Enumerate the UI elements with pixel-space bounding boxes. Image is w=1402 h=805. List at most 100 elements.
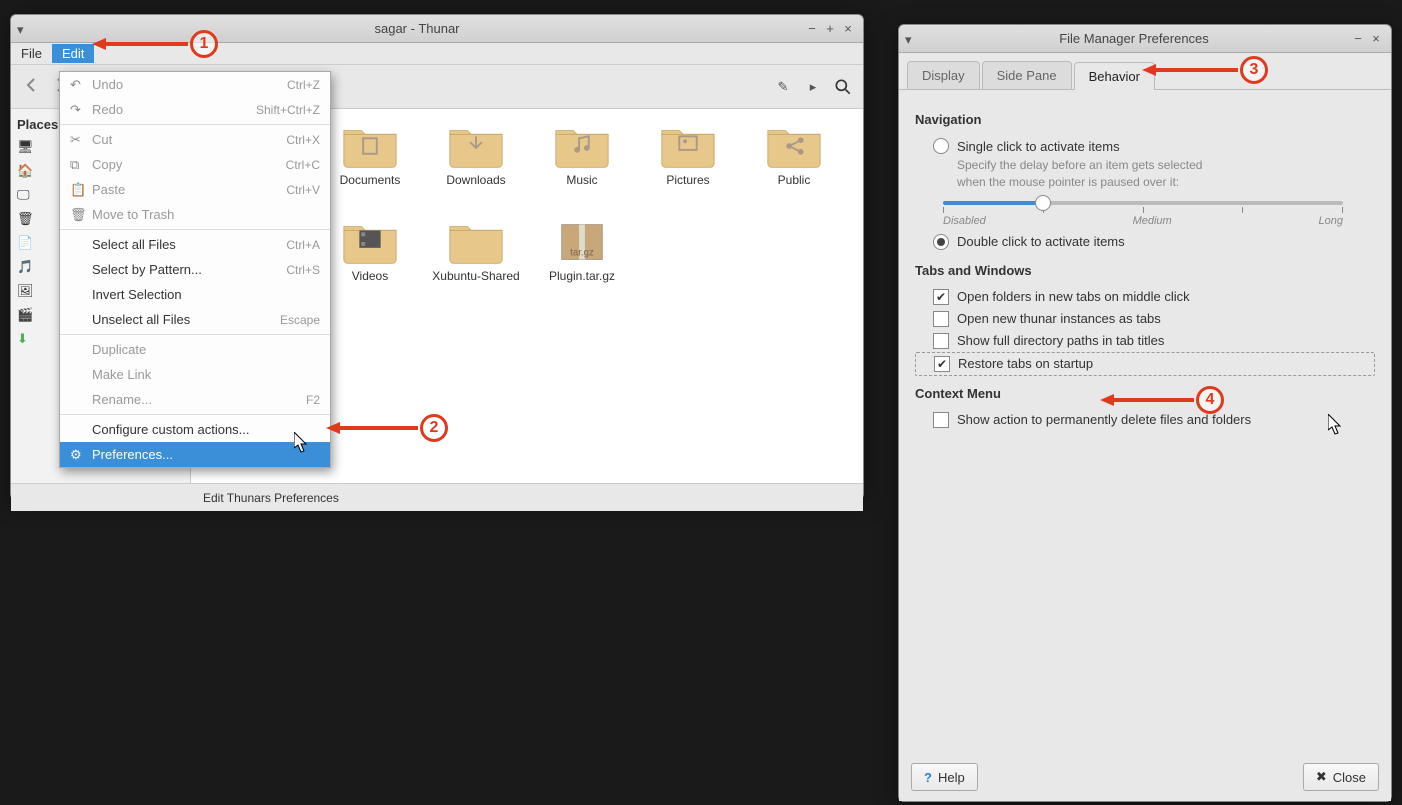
desktop-icon: 🖵 [17, 187, 35, 205]
folder-icon: tar.gz [552, 213, 612, 267]
slider-thumb[interactable] [1035, 195, 1051, 211]
close-icon: ✖ [1316, 769, 1327, 785]
folder-xubuntu-shared[interactable]: Xubuntu-Shared [423, 213, 529, 309]
section-tabs: Tabs and Windows [915, 263, 1375, 278]
folder-icon [552, 117, 612, 171]
pic-icon: 🖼 [17, 283, 35, 301]
back-button[interactable] [19, 73, 43, 100]
preferences-window: ▾ File Manager Preferences − × Display S… [898, 24, 1392, 802]
edit-menu-dropdown: ↶UndoCtrl+Z↷RedoShift+Ctrl+Z✂CutCtrl+X⧉C… [59, 71, 331, 468]
menu-item-icon: ⚙ [70, 447, 86, 463]
folder-downloads[interactable]: Downloads [423, 117, 529, 213]
checkbox-icon [933, 412, 949, 428]
annotation-4: 4 [1196, 386, 1224, 414]
search-icon[interactable] [831, 75, 855, 99]
annotation-arrow-4 [1100, 393, 1194, 407]
folder-videos[interactable]: Videos [317, 213, 423, 309]
cursor-icon [1328, 414, 1344, 436]
check-middle-click[interactable]: Open folders in new tabs on middle click [915, 286, 1375, 308]
statusbar: Edit Thunars Preferences [11, 483, 863, 511]
radio-icon [933, 138, 949, 154]
menu-item-paste: 📋PasteCtrl+V [60, 177, 330, 202]
menu-item-select-all-files[interactable]: Select all FilesCtrl+A [60, 232, 330, 257]
radio-single-click[interactable]: Single click to activate items [915, 135, 1375, 157]
menu-item-move-to-trash: 🗑Move to Trash [60, 202, 330, 227]
check-full-paths[interactable]: Show full directory paths in tab titles [915, 330, 1375, 352]
menu-item-make-link: Make Link [60, 362, 330, 387]
menu-item-icon: ✂ [70, 132, 86, 148]
annotation-1: 1 [190, 30, 218, 58]
doc-icon: 📄 [17, 235, 35, 253]
menu-item-duplicate: Duplicate [60, 337, 330, 362]
checkbox-icon [933, 311, 949, 327]
menu-item-undo: ↶UndoCtrl+Z [60, 72, 330, 97]
menu-item-icon: ↷ [70, 102, 86, 118]
help-button[interactable]: ? Help [911, 763, 978, 791]
menu-item-icon: 🗑 [70, 207, 86, 223]
menu-item-redo: ↷RedoShift+Ctrl+Z [60, 97, 330, 122]
delay-slider[interactable]: Disabled Medium Long [943, 201, 1343, 227]
menu-item-configure-custom-actions-[interactable]: Configure custom actions... [60, 417, 330, 442]
window-title: sagar - Thunar [31, 21, 803, 36]
path-dropdown-icon[interactable]: ▸ [801, 75, 825, 99]
cursor-icon [294, 432, 310, 454]
folder-icon [764, 117, 824, 171]
tab-display[interactable]: Display [907, 61, 980, 89]
check-restore-tabs[interactable]: Restore tabs on startup [915, 352, 1375, 376]
menu-file[interactable]: File [11, 44, 52, 63]
annotation-arrow-3 [1142, 63, 1238, 77]
home-icon: 🏠 [17, 163, 35, 181]
menu-item-copy: ⧉CopyCtrl+C [60, 152, 330, 177]
folder-pictures[interactable]: Pictures [635, 117, 741, 213]
folder-documents[interactable]: Documents [317, 117, 423, 213]
menu-item-invert-selection[interactable]: Invert Selection [60, 282, 330, 307]
close-button[interactable]: × [1367, 31, 1385, 46]
folder-icon [340, 117, 400, 171]
menu-item-rename-: Rename...F2 [60, 387, 330, 412]
menu-item-icon: ⧉ [70, 157, 86, 173]
minimize-button[interactable]: − [803, 21, 821, 36]
section-navigation: Navigation [915, 112, 1375, 127]
annotation-2: 2 [420, 414, 448, 442]
menu-item-preferences-[interactable]: ⚙Preferences... [60, 442, 330, 467]
maximize-button[interactable]: + [821, 21, 839, 36]
prefs-footer: ? Help ✖ Close [899, 753, 1391, 801]
folder-icon [658, 117, 718, 171]
folder-music[interactable]: Music [529, 117, 635, 213]
folder-plugin-tar-gz[interactable]: tar.gzPlugin.tar.gz [529, 213, 635, 309]
check-new-instances[interactable]: Open new thunar instances as tabs [915, 308, 1375, 330]
prefs-title: File Manager Preferences [919, 31, 1349, 46]
checkbox-icon [934, 356, 950, 372]
edit-path-icon[interactable]: ✎ [771, 75, 795, 99]
folder-public[interactable]: Public [741, 117, 847, 213]
checkbox-icon [933, 289, 949, 305]
menu-item-cut: ✂CutCtrl+X [60, 127, 330, 152]
annotation-3: 3 [1240, 56, 1268, 84]
close-button[interactable]: ✖ Close [1303, 763, 1379, 791]
minimize-button[interactable]: − [1349, 31, 1367, 46]
checkbox-icon [933, 333, 949, 349]
folder-icon [446, 213, 506, 267]
check-perm-delete[interactable]: Show action to permanently delete files … [915, 409, 1375, 431]
down-icon: ⬇ [17, 331, 35, 349]
close-button[interactable]: × [839, 21, 857, 36]
menu-item-unselect-all-files[interactable]: Unselect all FilesEscape [60, 307, 330, 332]
music-icon: 🎵 [17, 259, 35, 277]
computer-icon: 🖥 [17, 139, 35, 157]
help-icon: ? [924, 770, 932, 785]
menu-item-select-by-pattern-[interactable]: Select by Pattern...Ctrl+S [60, 257, 330, 282]
tab-sidepane[interactable]: Side Pane [982, 61, 1072, 89]
video-icon: 🎬 [17, 307, 35, 325]
window-menu-icon[interactable]: ▾ [905, 32, 919, 46]
annotation-arrow-1 [92, 37, 188, 51]
help-text: Specify the delay before an item gets se… [915, 157, 1375, 191]
folder-icon [340, 213, 400, 267]
annotation-arrow-2 [326, 421, 418, 435]
window-menu-icon[interactable]: ▾ [17, 22, 31, 36]
trash-icon: 🗑 [17, 211, 35, 229]
menu-edit[interactable]: Edit [52, 44, 94, 63]
folder-icon [446, 117, 506, 171]
prefs-content: Navigation Single click to activate item… [899, 90, 1391, 753]
prefs-titlebar: ▾ File Manager Preferences − × [899, 25, 1391, 53]
radio-double-click[interactable]: Double click to activate items [915, 231, 1375, 253]
